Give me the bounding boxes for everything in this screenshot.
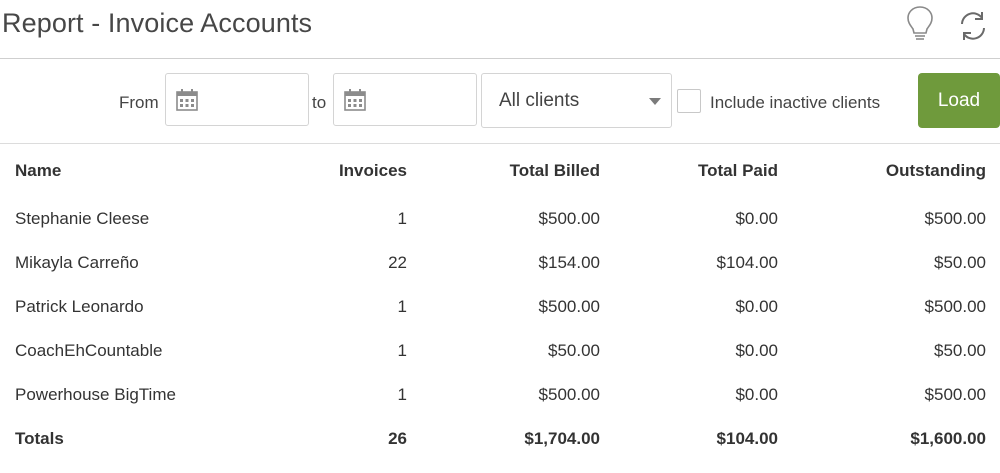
- cell-invoices: 22: [388, 253, 407, 272]
- cell-total-billed: $154.00: [538, 253, 600, 272]
- header-total-billed: Total Billed: [509, 161, 600, 180]
- header-invoices: Invoices: [338, 161, 407, 180]
- cell-outstanding: $50.00: [934, 341, 986, 360]
- cell-total-paid: $0.00: [735, 385, 778, 404]
- client-select-value: All clients: [499, 90, 580, 111]
- cell-total-billed: $500.00: [538, 297, 600, 316]
- load-button[interactable]: Load: [918, 73, 1000, 128]
- to-label: to: [312, 93, 327, 112]
- table-row: Mikayla Carreño 22 $154.00 $104.00 $50.0…: [0, 253, 1000, 297]
- client-select[interactable]: All clients: [481, 73, 672, 128]
- cell-total-paid: $0.00: [735, 297, 778, 316]
- lightbulb-icon[interactable]: [903, 4, 937, 44]
- cell-outstanding: $500.00: [924, 385, 986, 404]
- cell-outstanding: $50.00: [934, 253, 986, 272]
- cell-name: CoachEhCountable: [15, 341, 163, 360]
- totals-total-billed: $1,704.00: [524, 429, 600, 448]
- header-outstanding: Outstanding: [885, 161, 986, 180]
- calendar-icon[interactable]: [343, 88, 367, 112]
- cell-invoices: 1: [397, 385, 407, 404]
- cell-total-paid: $104.00: [716, 253, 778, 272]
- table-row: CoachEhCountable 1 $50.00 $0.00 $50.00: [0, 341, 1000, 385]
- chevron-down-icon: [649, 98, 661, 105]
- header-total-paid: Total Paid: [698, 161, 778, 180]
- totals-row: Totals 26 $1,704.00 $104.00 $1,600.00: [0, 429, 1000, 473]
- from-date-input[interactable]: [165, 73, 309, 126]
- cell-invoices: 1: [397, 209, 407, 228]
- cell-invoices: 1: [397, 297, 407, 316]
- totals-total-paid: $104.00: [716, 429, 778, 448]
- cell-total-billed: $500.00: [538, 209, 600, 228]
- totals-label: Totals: [15, 429, 64, 448]
- cell-outstanding: $500.00: [924, 297, 986, 316]
- refresh-icon[interactable]: [956, 6, 990, 46]
- to-date-input[interactable]: [333, 73, 477, 126]
- page-header: Report - Invoice Accounts: [0, 0, 1000, 59]
- totals-outstanding: $1,600.00: [910, 429, 986, 448]
- cell-total-billed: $50.00: [548, 341, 600, 360]
- include-inactive-checkbox[interactable]: [677, 89, 701, 113]
- table-row: Powerhouse BigTime 1 $500.00 $0.00 $500.…: [0, 385, 1000, 429]
- include-inactive-label[interactable]: Include inactive clients: [710, 93, 880, 113]
- cell-outstanding: $500.00: [924, 209, 986, 228]
- page-title: Report - Invoice Accounts: [2, 8, 313, 38]
- from-label: From: [119, 93, 159, 112]
- cell-name: Powerhouse BigTime: [15, 385, 176, 404]
- cell-total-paid: $0.00: [735, 209, 778, 228]
- cell-invoices: 1: [397, 341, 407, 360]
- table-row: Stephanie Cleese 1 $500.00 $0.00 $500.00: [0, 209, 1000, 253]
- cell-total-billed: $500.00: [538, 385, 600, 404]
- cell-name: Stephanie Cleese: [15, 209, 150, 228]
- cell-name: Patrick Leonardo: [15, 297, 144, 316]
- header-name: Name: [15, 161, 62, 180]
- totals-invoices: 26: [388, 429, 407, 448]
- table-header-row: Name Invoices Total Billed Total Paid Ou…: [0, 161, 1000, 205]
- cell-name: Mikayla Carreño: [15, 253, 139, 272]
- cell-total-paid: $0.00: [735, 341, 778, 360]
- table-row: Patrick Leonardo 1 $500.00 $0.00 $500.00: [0, 297, 1000, 341]
- calendar-icon[interactable]: [175, 88, 199, 112]
